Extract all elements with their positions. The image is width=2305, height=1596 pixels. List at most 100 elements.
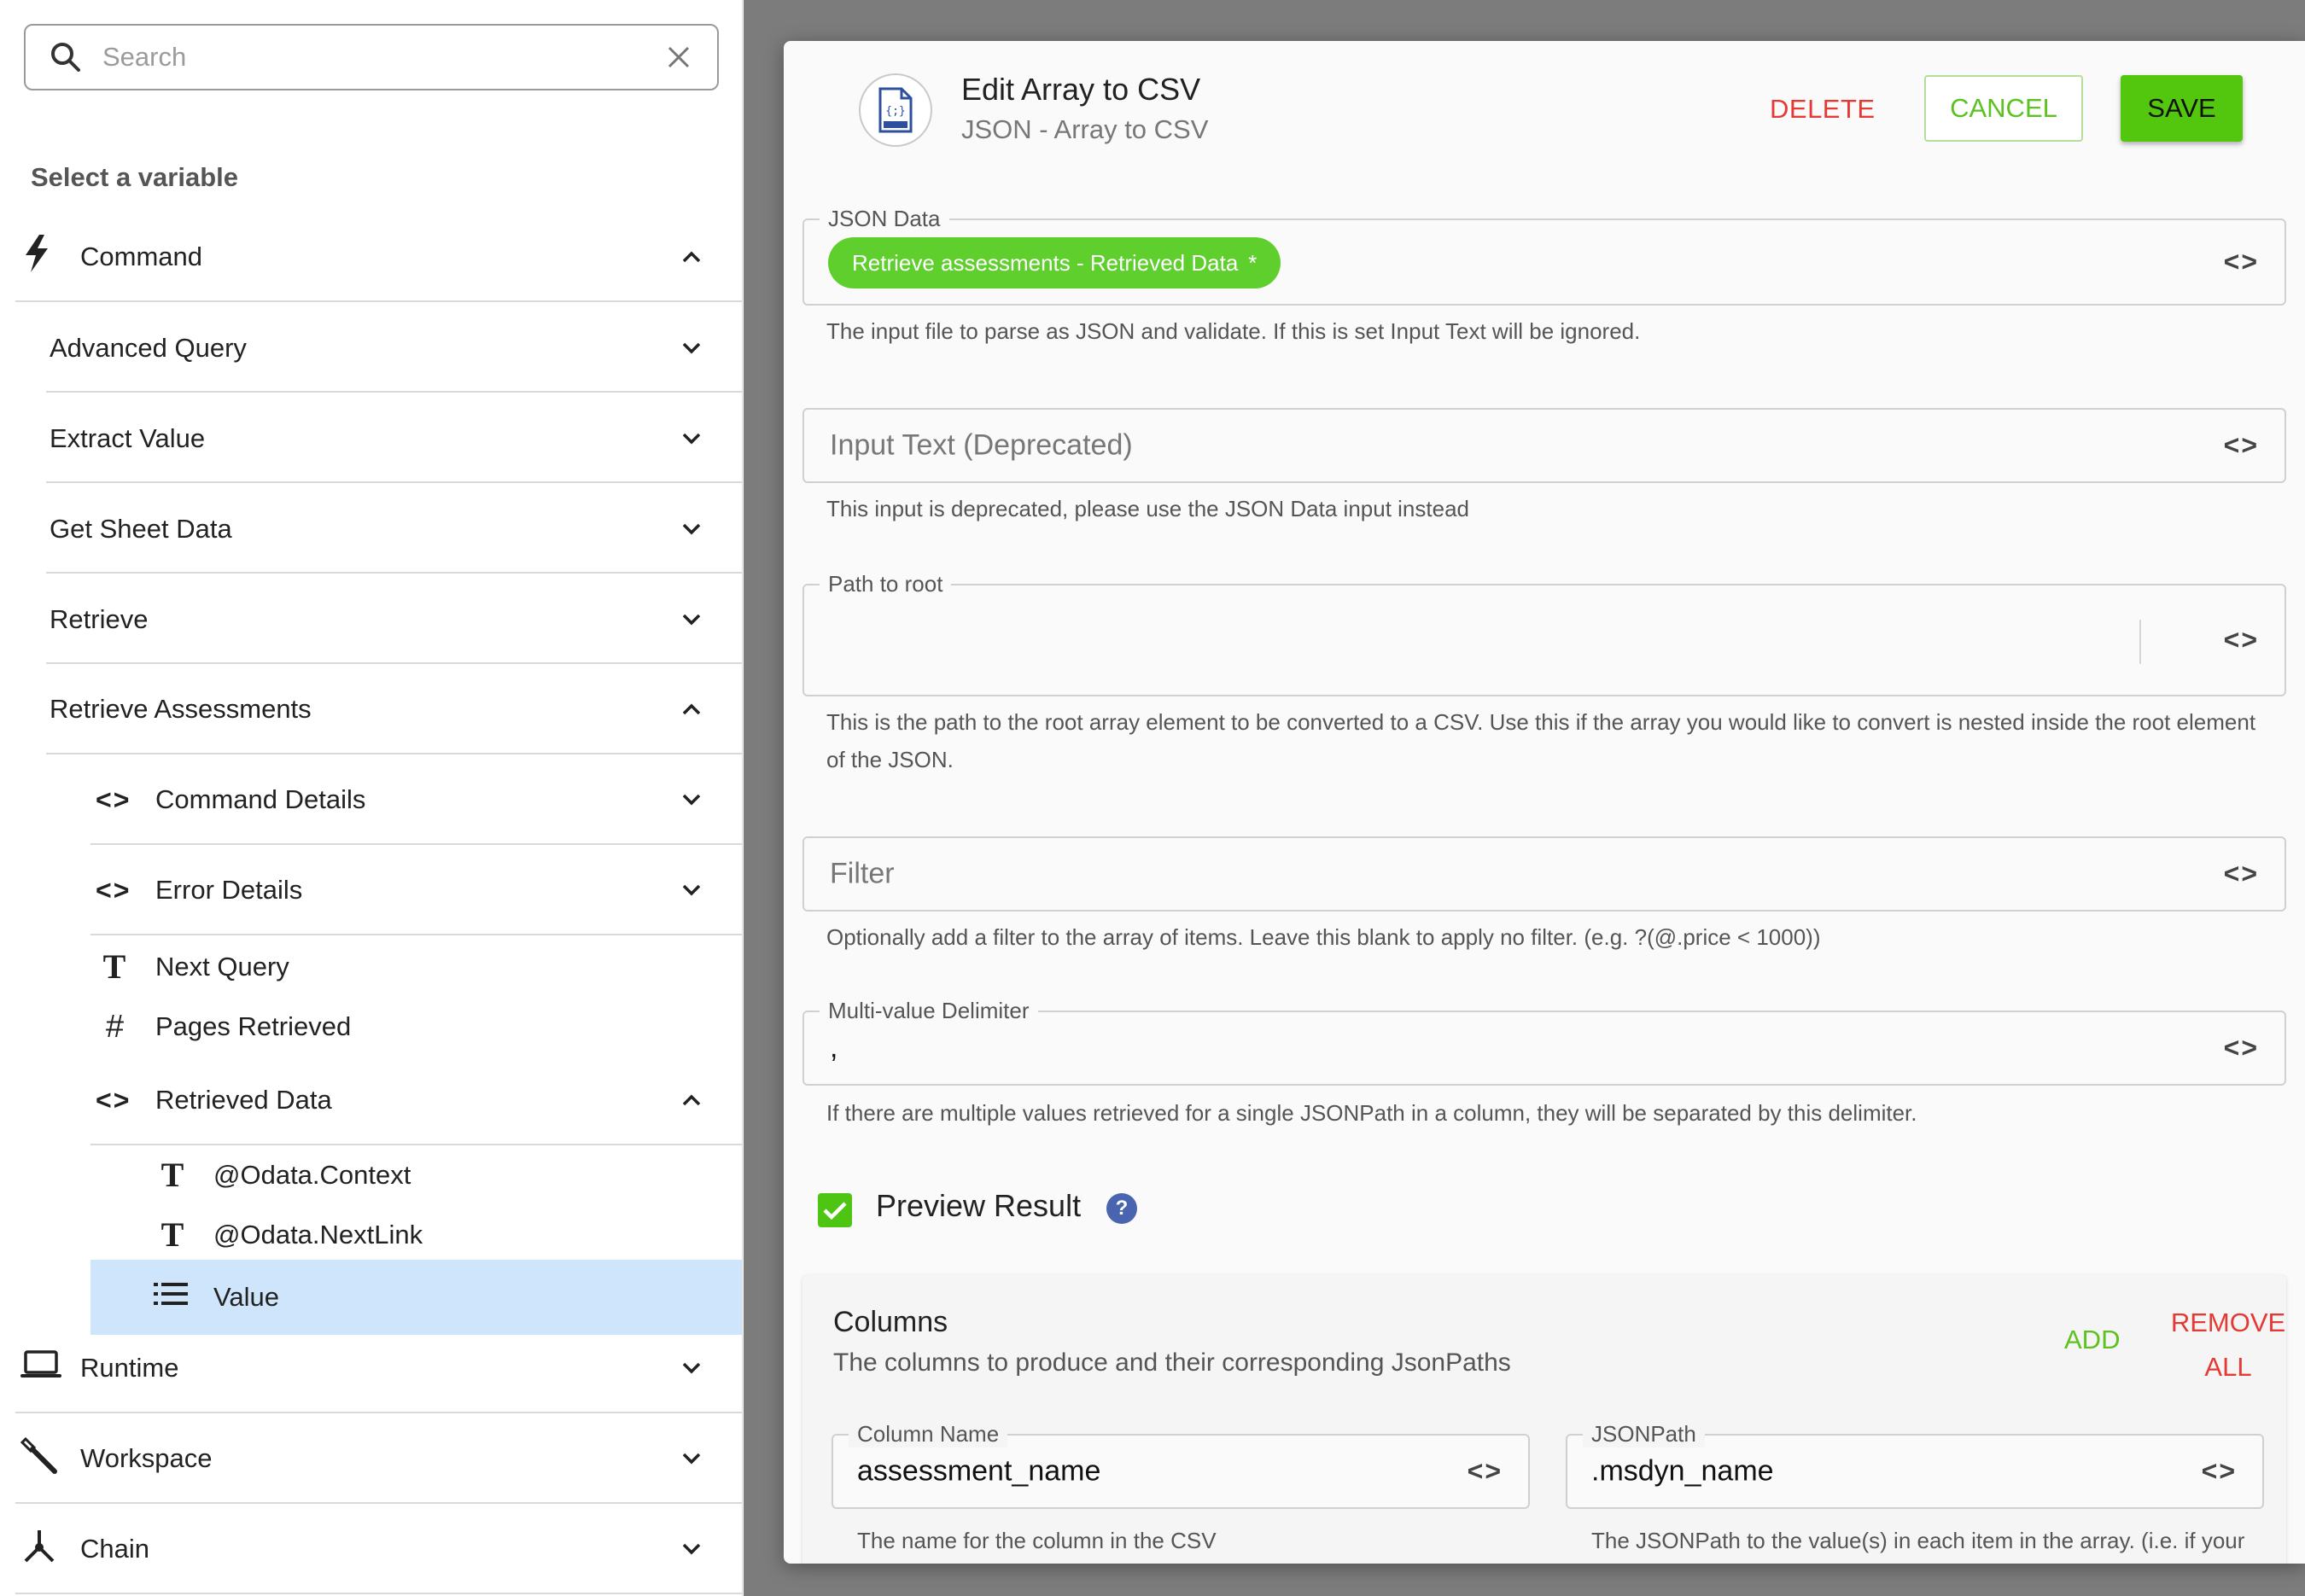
command-item-extract-value[interactable]: Extract Value xyxy=(50,419,742,458)
variable-value-selected[interactable]: Value xyxy=(90,1260,742,1335)
chevron-down-icon[interactable] xyxy=(674,1532,709,1566)
variable-label: @Odata.NextLink xyxy=(213,1220,423,1249)
command-item-label: Retrieve Assessments xyxy=(50,694,312,724)
group-runtime[interactable]: Runtime xyxy=(20,1348,742,1388)
jsonpath-helper: The JSONPath to the value(s) in each ite… xyxy=(1591,1528,2245,1553)
field-value: assessment_name xyxy=(857,1454,1101,1488)
chevron-down-icon[interactable] xyxy=(674,1442,709,1476)
variable-label: Retrieved Data xyxy=(155,1085,332,1115)
divider xyxy=(90,1144,742,1145)
code-toggle-icon[interactable]: <> xyxy=(2224,1033,2259,1064)
modal-subtitle: JSON - Array to CSV xyxy=(961,114,1209,144)
chevron-up-icon[interactable] xyxy=(674,1083,709,1117)
svg-text:{;}: {;} xyxy=(885,105,905,118)
chevron-down-icon[interactable] xyxy=(674,331,709,365)
variable-retrieved-data[interactable]: <> Retrieved Data xyxy=(96,1081,742,1120)
divider xyxy=(90,934,742,935)
divider xyxy=(46,662,742,664)
field-value: , xyxy=(830,1031,838,1064)
variable-error-details[interactable]: <> Error Details xyxy=(96,871,742,910)
command-item-label: Advanced Query xyxy=(50,333,247,363)
path-to-root-field[interactable]: Path to root <> xyxy=(802,571,2286,696)
variable-picker-panel: Select a variable Command Advanced Query… xyxy=(0,0,743,1596)
chevron-down-icon[interactable] xyxy=(674,603,709,637)
lightning-icon xyxy=(24,235,61,279)
command-item-retrieve[interactable]: Retrieve xyxy=(50,600,742,639)
remove-all-line2: ALL xyxy=(2204,1352,2252,1382)
chevron-down-icon[interactable] xyxy=(674,783,709,817)
field-label: Path to root xyxy=(820,571,952,597)
group-runtime-label: Runtime xyxy=(80,1353,179,1383)
input-text-field[interactable]: Input Text (Deprecated) <> xyxy=(802,408,2286,483)
chain-icon xyxy=(20,1527,63,1571)
edit-command-modal: {;} Edit Array to CSV JSON - Array to CS… xyxy=(784,41,2305,1564)
jsonpath-field[interactable]: JSONPath .msdyn_name <> xyxy=(1566,1421,2264,1509)
code-toggle-icon[interactable]: <> xyxy=(2224,859,2259,890)
field-value: .msdyn_name xyxy=(1591,1454,1774,1488)
divider xyxy=(15,300,742,302)
chevron-down-icon[interactable] xyxy=(674,512,709,546)
json-data-field[interactable]: JSON Data Retrieve assessments - Retriev… xyxy=(802,206,2286,306)
columns-title: Columns xyxy=(833,1306,948,1338)
command-item-retrieve-assessments[interactable]: Retrieve Assessments xyxy=(50,690,742,729)
divider xyxy=(46,572,742,574)
preview-result-checkbox[interactable] xyxy=(818,1193,852,1227)
code-icon: <> xyxy=(96,874,131,906)
chevron-down-icon[interactable] xyxy=(674,873,709,907)
code-icon: <> xyxy=(96,1084,131,1115)
input-text-helper: This input is deprecated, please use the… xyxy=(826,496,1469,521)
variable-odata-nextlink[interactable]: T @Odata.NextLink xyxy=(154,1215,742,1255)
chevron-up-icon[interactable] xyxy=(674,240,709,274)
chip-required-mark: * xyxy=(1248,249,1258,276)
json-file-icon: {;} xyxy=(859,73,932,147)
multi-value-delimiter-helper: If there are multiple values retrieved f… xyxy=(826,1100,1917,1126)
code-toggle-icon[interactable]: <> xyxy=(2224,430,2259,462)
laptop-icon xyxy=(20,1350,63,1386)
column-name-field[interactable]: Column Name assessment_name <> xyxy=(832,1421,1530,1509)
column-name-helper: The name for the column in the CSV xyxy=(857,1528,1217,1553)
code-toggle-icon[interactable]: <> xyxy=(2224,625,2259,656)
code-toggle-icon[interactable]: <> xyxy=(2224,247,2259,278)
field-label: JSONPath xyxy=(1583,1421,1705,1447)
variable-pages-retrieved[interactable]: # Pages Retrieved xyxy=(96,1007,742,1046)
filter-field[interactable]: Filter <> xyxy=(802,836,2286,912)
group-chain[interactable]: Chain xyxy=(20,1527,742,1571)
preview-result-label: Preview Result xyxy=(876,1188,1082,1223)
cancel-button[interactable]: CANCEL xyxy=(1924,75,2083,142)
divider xyxy=(46,753,742,754)
chevron-down-icon[interactable] xyxy=(674,1351,709,1385)
delete-button[interactable]: DELETE xyxy=(1770,94,1876,125)
chevron-up-icon[interactable] xyxy=(674,692,709,726)
search-icon xyxy=(50,41,82,73)
variable-odata-context[interactable]: T @Odata.Context xyxy=(154,1156,742,1195)
add-column-button[interactable]: ADD xyxy=(2064,1325,2120,1355)
command-item-advanced-query[interactable]: Advanced Query xyxy=(50,329,742,368)
field-label: Multi-value Delimiter xyxy=(820,998,1038,1024)
save-button[interactable]: SAVE xyxy=(2121,75,2243,142)
divider xyxy=(46,391,742,393)
search-input[interactable] xyxy=(102,42,664,73)
chevron-down-icon[interactable] xyxy=(674,422,709,456)
group-command[interactable]: Command xyxy=(24,235,742,279)
code-icon: <> xyxy=(96,783,131,815)
json-data-helper: The input file to parse as JSON and vali… xyxy=(826,318,1641,344)
variable-label: Pages Retrieved xyxy=(155,1011,352,1041)
select-variable-heading: Select a variable xyxy=(31,162,238,192)
multi-value-delimiter-field[interactable]: Multi-value Delimiter , <> xyxy=(802,998,2286,1086)
divider xyxy=(15,1412,742,1413)
code-toggle-icon[interactable]: <> xyxy=(2202,1456,2237,1488)
columns-section: Columns The columns to produce and their… xyxy=(802,1275,2286,1564)
clear-search-icon[interactable] xyxy=(664,43,693,72)
command-item-label: Get Sheet Data xyxy=(50,514,232,544)
help-icon[interactable]: ? xyxy=(1106,1193,1137,1224)
code-toggle-icon[interactable]: <> xyxy=(1468,1456,1503,1488)
command-item-get-sheet-data[interactable]: Get Sheet Data xyxy=(50,510,742,549)
group-workspace[interactable]: Workspace xyxy=(20,1436,742,1478)
variable-next-query[interactable]: T Next Query xyxy=(96,947,742,987)
variable-chip[interactable]: Retrieve assessments - Retrieved Data * xyxy=(828,237,1281,288)
field-separator xyxy=(2139,620,2141,664)
text-type-icon: T xyxy=(160,1215,184,1254)
chip-label: Retrieve assessments - Retrieved Data xyxy=(852,249,1239,276)
variable-command-details[interactable]: <> Command Details xyxy=(96,780,742,819)
remove-all-button[interactable]: REMOVE ALL xyxy=(2168,1301,2288,1389)
